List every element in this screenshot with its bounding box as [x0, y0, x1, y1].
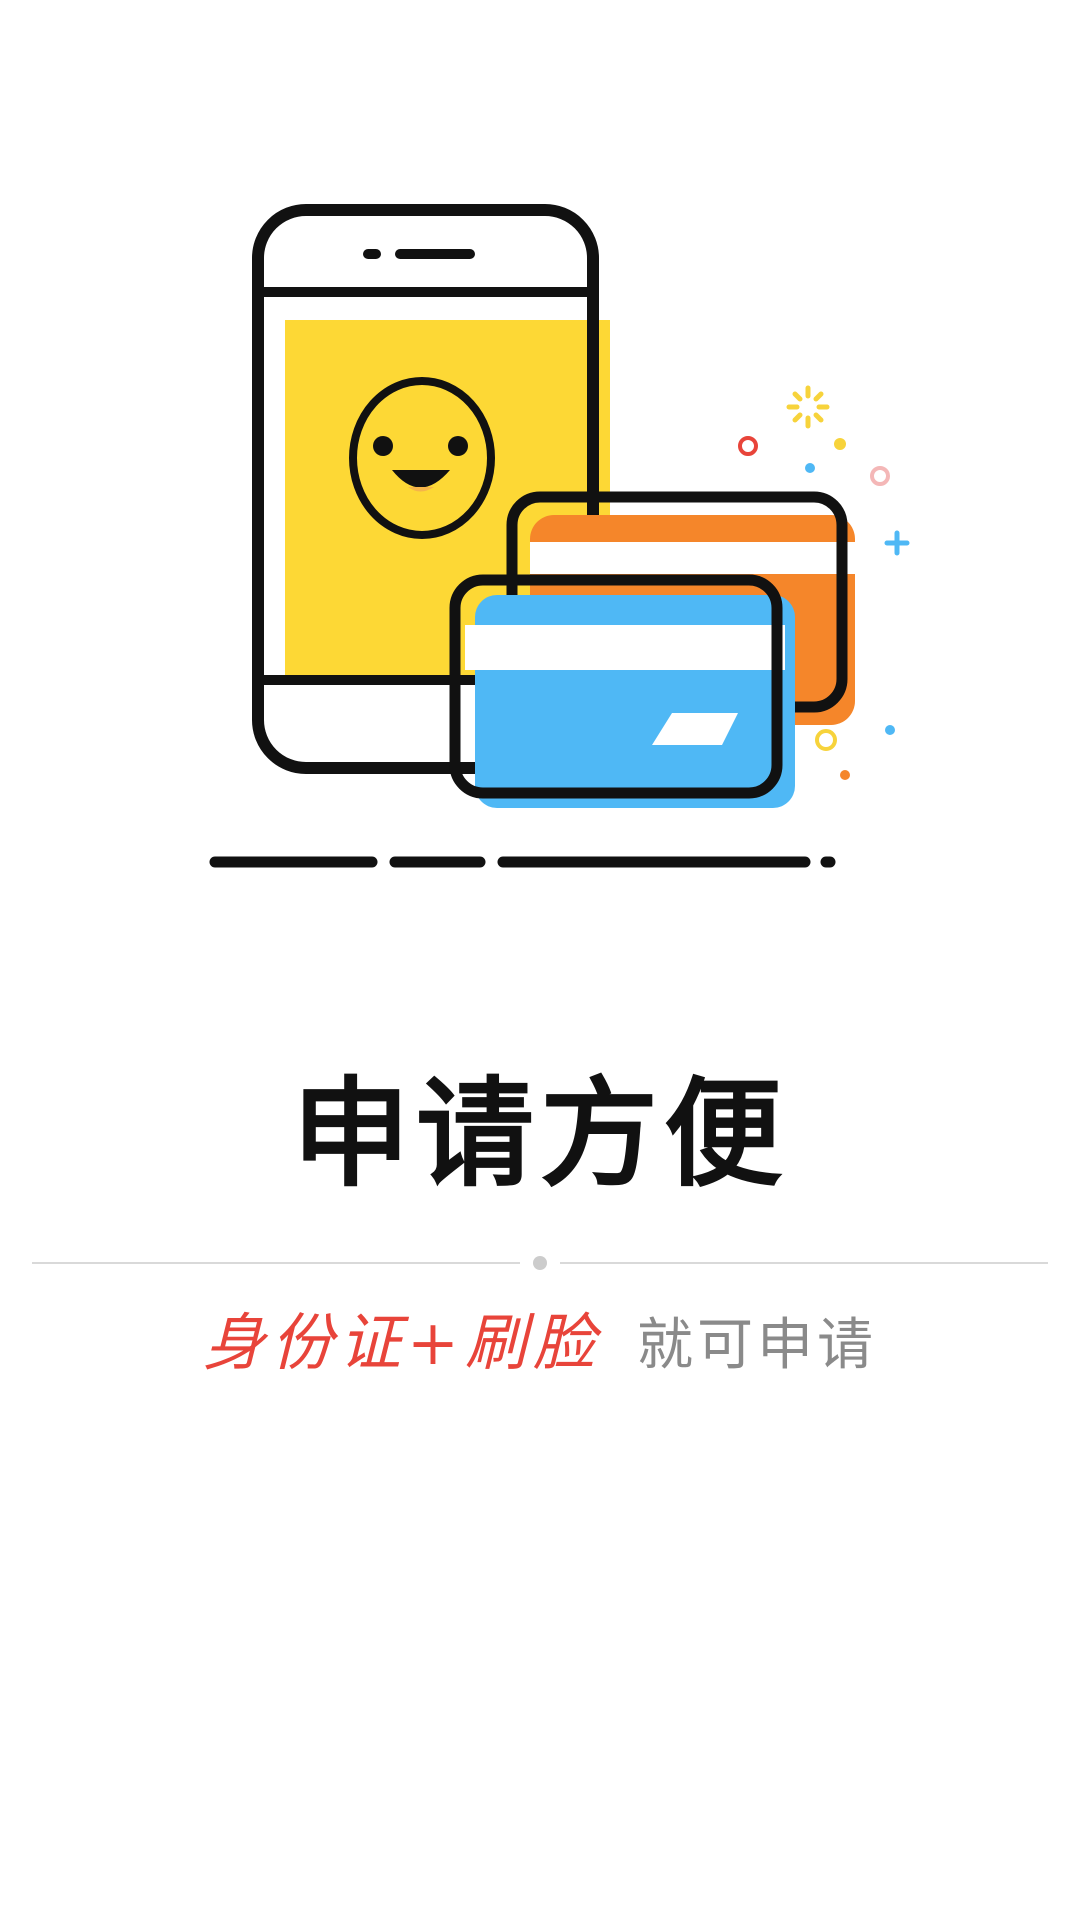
- subtitle-highlight: 身份证+刷脸: [203, 1306, 601, 1379]
- divider-dot: [533, 1256, 547, 1270]
- smiley-face-icon: [349, 377, 495, 539]
- page-title: 申请方便: [291, 1065, 788, 1203]
- divider-line-right: [560, 1262, 1048, 1264]
- onboarding-illustration: [209, 204, 910, 868]
- subtitle: 身份证+刷脸 就可申请: [0, 1312, 1080, 1374]
- bank-card-icon: [449, 574, 795, 808]
- divider-line-left: [32, 1262, 520, 1264]
- divider: [32, 1256, 1048, 1270]
- subtitle-rest: 就可申请: [636, 1313, 877, 1378]
